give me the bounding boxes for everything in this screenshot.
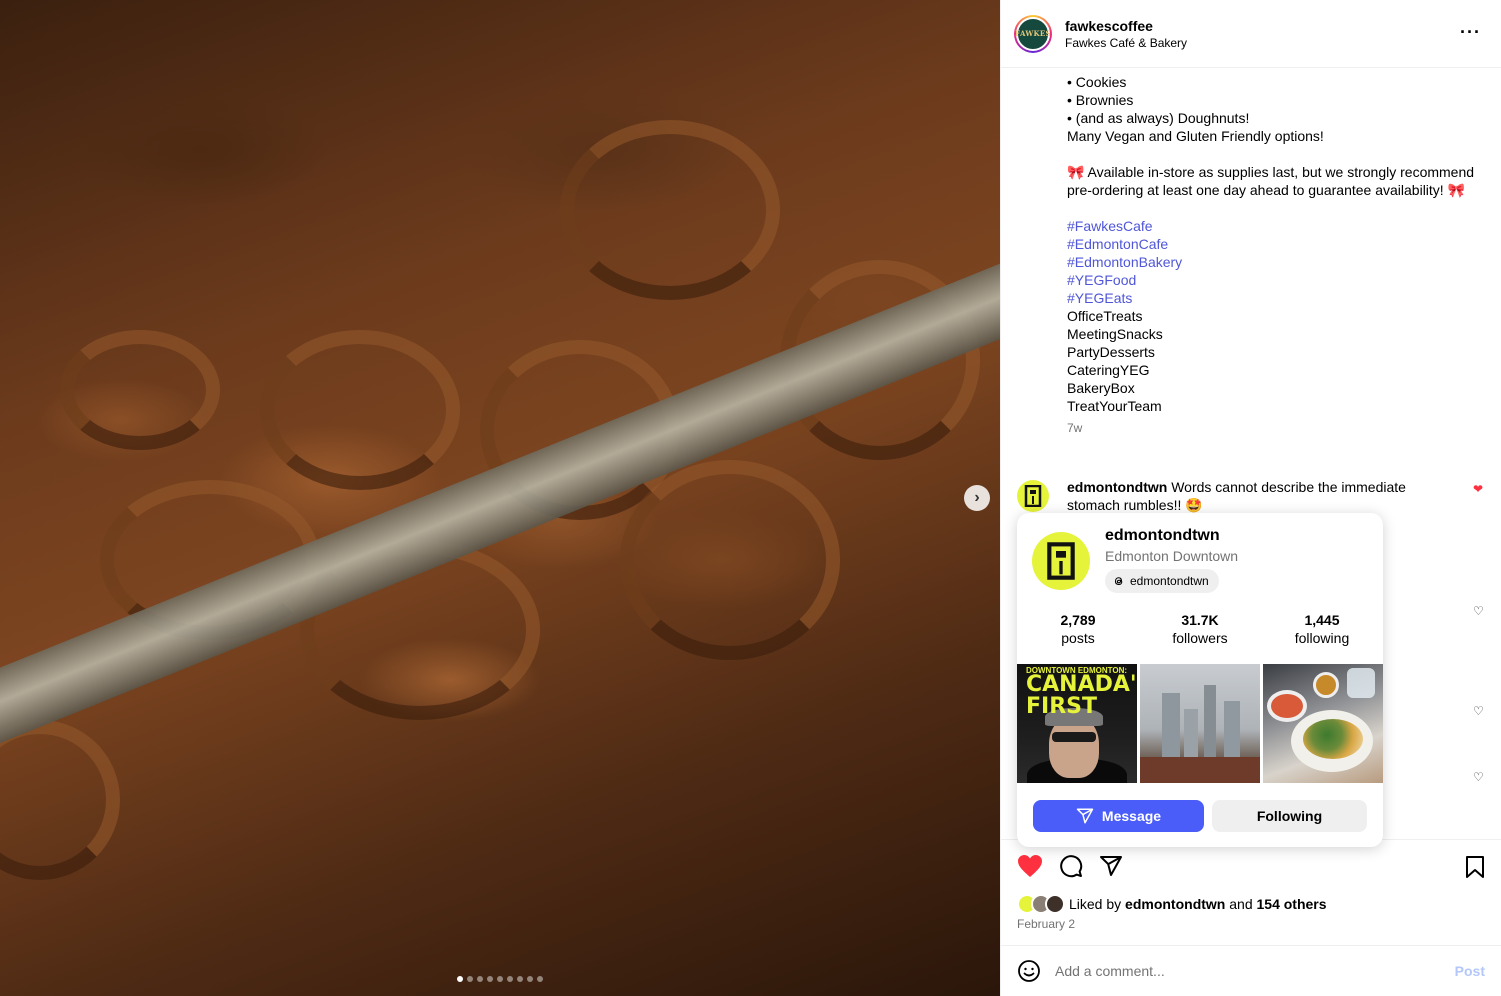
more-options-button[interactable]: ··· (1460, 22, 1481, 43)
hovercard-avatar[interactable] (1032, 532, 1090, 590)
liked-by-user[interactable]: edmontondtwn (1125, 896, 1225, 912)
bookmark-icon[interactable] (1465, 855, 1485, 879)
comment-avatar[interactable] (1017, 480, 1049, 512)
share-icon[interactable] (1099, 854, 1123, 878)
like-heart-icon[interactable] (1017, 854, 1043, 878)
author-avatar[interactable]: FAWKES (1014, 14, 1052, 53)
caption-timestamp: 7w (1067, 421, 1083, 435)
caption-tag-text: OfficeTreats (1067, 308, 1143, 324)
stat-following[interactable]: 1,445 following (1261, 611, 1383, 647)
liker-avatar (1045, 894, 1065, 914)
carousel-dot (537, 976, 543, 982)
comment-like-heart-icon[interactable]: ♡ (1473, 604, 1484, 618)
caption-tag-text: BakeryBox (1067, 380, 1135, 396)
comment-username[interactable]: edmontondtwn (1067, 479, 1167, 495)
hovercard-fullname: Edmonton Downtown (1105, 548, 1239, 564)
post-actions: Liked by edmontondtwn and 154 others Feb… (1001, 839, 1501, 945)
hovercard-username[interactable]: edmontondtwn (1105, 527, 1220, 545)
more-horizontal-icon: ··· (1460, 22, 1481, 42)
caption-line: Many Vegan and Gluten Friendly options! (1067, 128, 1324, 144)
comment-icon[interactable] (1059, 854, 1083, 878)
threads-badge[interactable]: edmontondtwn (1105, 569, 1219, 593)
caption-line: • Brownies (1067, 92, 1134, 108)
comment-like-heart-icon[interactable]: ❤ (1473, 482, 1483, 496)
next-image-button[interactable]: › (964, 485, 990, 511)
likes-summary: Liked by edmontondtwn and 154 others (1017, 894, 1327, 914)
comment-text: edmontondtwn Words cannot describe the i… (1067, 478, 1447, 514)
carousel-dot (487, 976, 493, 982)
author-username[interactable]: fawkescoffee (1065, 17, 1187, 35)
post-image[interactable]: › (0, 0, 1000, 996)
hashtag-link[interactable]: #FawkesCafe (1067, 217, 1477, 235)
comment-like-heart-icon[interactable]: ♡ (1473, 770, 1484, 784)
hashtag-link[interactable]: #YEGEats (1067, 289, 1477, 307)
caption-tag-text: CateringYEG (1067, 362, 1150, 378)
edmontondtwn-logo-icon (1024, 485, 1042, 507)
comment-input[interactable]: Add a comment... (1055, 963, 1455, 979)
caption-tag-text: TreatYourTeam (1067, 398, 1162, 414)
following-button[interactable]: Following (1212, 800, 1367, 832)
hashtag-link[interactable]: #EdmontonBakery (1067, 253, 1477, 271)
caption-tag-text: MeetingSnacks (1067, 326, 1163, 342)
post-header: FAWKES fawkescoffee Fawkes Café & Bakery… (1001, 0, 1501, 68)
carousel-indicator (457, 976, 543, 982)
recent-post-thumbnail[interactable] (1140, 664, 1260, 783)
emoji-icon[interactable] (1017, 959, 1041, 983)
hashtag-link[interactable]: #YEGFood (1067, 271, 1477, 289)
carousel-dot (527, 976, 533, 982)
caption-line: • (and as always) Doughnuts! (1067, 110, 1250, 126)
chevron-right-icon: › (974, 489, 980, 506)
carousel-dot (467, 976, 473, 982)
recent-posts-grid: DOWNTOWN EDMONTON: CANADA'S FIRST (1017, 664, 1383, 783)
profile-hover-card: edmontondtwn Edmonton Downtown edmontond… (1017, 513, 1383, 847)
caption-line: • Cookies (1067, 74, 1127, 90)
comment-like-heart-icon[interactable]: ♡ (1473, 704, 1484, 718)
caption-line: 🎀 Available in-store as supplies last, b… (1067, 164, 1478, 198)
caption-tag-text: PartyDesserts (1067, 344, 1155, 360)
post-comment-button[interactable]: Post (1455, 963, 1485, 979)
add-comment-bar: Add a comment... Post (1001, 945, 1501, 996)
post-caption: • Scones• Cookies• Brownies• (and as alw… (1067, 69, 1477, 437)
carousel-dot (507, 976, 513, 982)
caption-line (1067, 199, 1477, 217)
stat-posts: 2,789 posts (1060, 612, 1096, 646)
send-icon (1076, 808, 1094, 824)
liker-avatars[interactable] (1017, 894, 1065, 914)
carousel-dot (477, 976, 483, 982)
recent-post-thumbnail[interactable]: DOWNTOWN EDMONTON: CANADA'S FIRST (1017, 664, 1137, 783)
post-date[interactable]: February 2 (1017, 917, 1075, 931)
likes-others-link[interactable]: 154 others (1257, 896, 1327, 912)
carousel-dot (517, 976, 523, 982)
author-subtitle[interactable]: Fawkes Café & Bakery (1065, 35, 1187, 51)
stat-followers[interactable]: 31.7K followers (1139, 611, 1261, 647)
carousel-dot (497, 976, 503, 982)
message-button[interactable]: Message (1033, 800, 1204, 832)
profile-stats: 2,789 posts 31.7K followers 1,445 follow… (1017, 611, 1383, 647)
recent-post-thumbnail[interactable] (1263, 664, 1383, 783)
caption-line (1067, 145, 1477, 163)
threads-icon (1114, 577, 1123, 586)
carousel-dot (457, 976, 463, 982)
edmontondtwn-logo-icon (1047, 542, 1075, 580)
hashtag-link[interactable]: #EdmontonCafe (1067, 235, 1477, 253)
